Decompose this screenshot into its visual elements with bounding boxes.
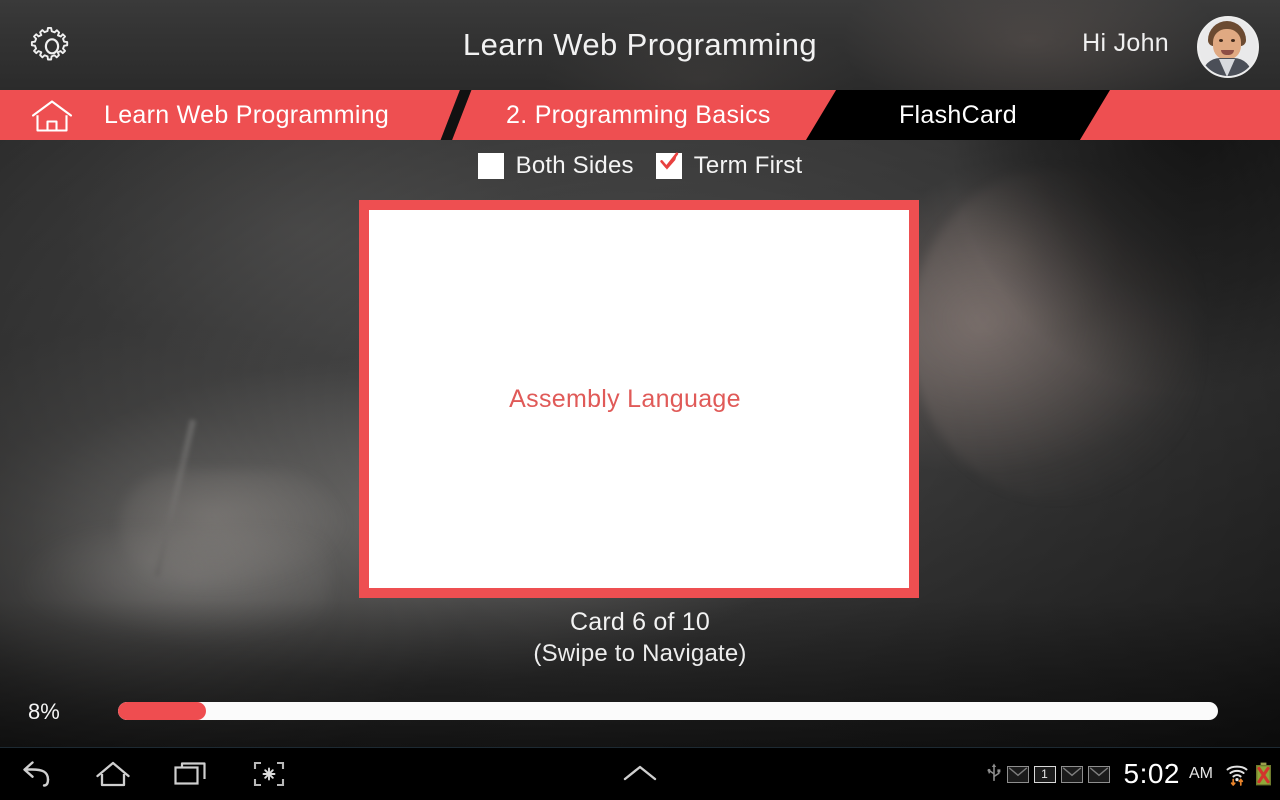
flashcard-meta: Card 6 of 10 (Swipe to Navigate) — [0, 608, 1280, 668]
app-header: Learn Web Programming Hi John — [0, 0, 1280, 90]
flashcard-face: Assembly Language — [369, 210, 909, 588]
mail-badge-icon: 1 — [1033, 765, 1056, 783]
screenshot-icon[interactable] — [248, 754, 290, 794]
progress-bar[interactable] — [118, 702, 1218, 720]
option-term-first[interactable]: Term First — [655, 152, 803, 180]
mail-icon — [1006, 765, 1029, 783]
display-mode-options: Both Sides Term First — [0, 152, 1280, 180]
avatar-face — [1213, 29, 1241, 60]
breadcrumb-item-module[interactable]: 2. Programming Basics — [506, 90, 771, 140]
chevron-up-icon[interactable] — [618, 760, 662, 788]
status-tray: 1 5:02 AM — [986, 748, 1273, 800]
usb-icon — [986, 761, 1002, 788]
avatar[interactable] — [1197, 16, 1259, 78]
flashcard-app-screen: Learn Web Programming Hi John Learn Web … — [0, 0, 1280, 800]
android-nav-buttons — [14, 754, 290, 794]
mail-icon — [1060, 765, 1083, 783]
status-meridiem: AM — [1189, 765, 1213, 782]
android-navigation-bar: 1 5:02 AM — [0, 747, 1280, 800]
status-clock: 5:02 — [1123, 758, 1180, 789]
breadcrumb-item-course[interactable]: Learn Web Programming — [104, 90, 389, 140]
breadcrumb: Learn Web Programming 2. Programming Bas… — [0, 90, 1280, 140]
user-greeting: Hi John — [1082, 29, 1169, 57]
wifi-transfer-icon — [1225, 762, 1249, 786]
flashcard[interactable]: Assembly Language — [359, 200, 919, 598]
back-icon[interactable] — [14, 754, 56, 794]
breadcrumb-item-flashcard[interactable]: FlashCard — [806, 90, 1110, 140]
mail-icon — [1087, 765, 1110, 783]
option-both-sides-label: Both Sides — [515, 152, 634, 179]
tray-icon-group: 1 — [986, 761, 1110, 788]
flashcard-term: Assembly Language — [509, 384, 741, 413]
recent-apps-icon[interactable] — [170, 754, 212, 794]
option-term-first-label: Term First — [693, 152, 803, 179]
checkbox-checked-icon[interactable] — [655, 152, 682, 179]
flashcard-swipe-hint: (Swipe to Navigate) — [533, 640, 747, 667]
flashcard-counter: Card 6 of 10 — [570, 608, 710, 636]
option-both-sides[interactable]: Both Sides — [477, 152, 634, 180]
battery-error-icon — [1255, 762, 1272, 786]
avatar-eye-right — [1231, 39, 1235, 42]
progress-bar-fill — [118, 702, 206, 720]
breadcrumb-separator — [439, 90, 473, 140]
avatar-eye-left — [1219, 39, 1223, 42]
home-icon[interactable] — [92, 754, 134, 794]
checkbox-unchecked-icon[interactable] — [477, 153, 504, 179]
home-icon[interactable] — [29, 99, 75, 133]
progress-section: 8% — [0, 696, 1280, 730]
progress-percent-label: 8% — [28, 699, 60, 724]
